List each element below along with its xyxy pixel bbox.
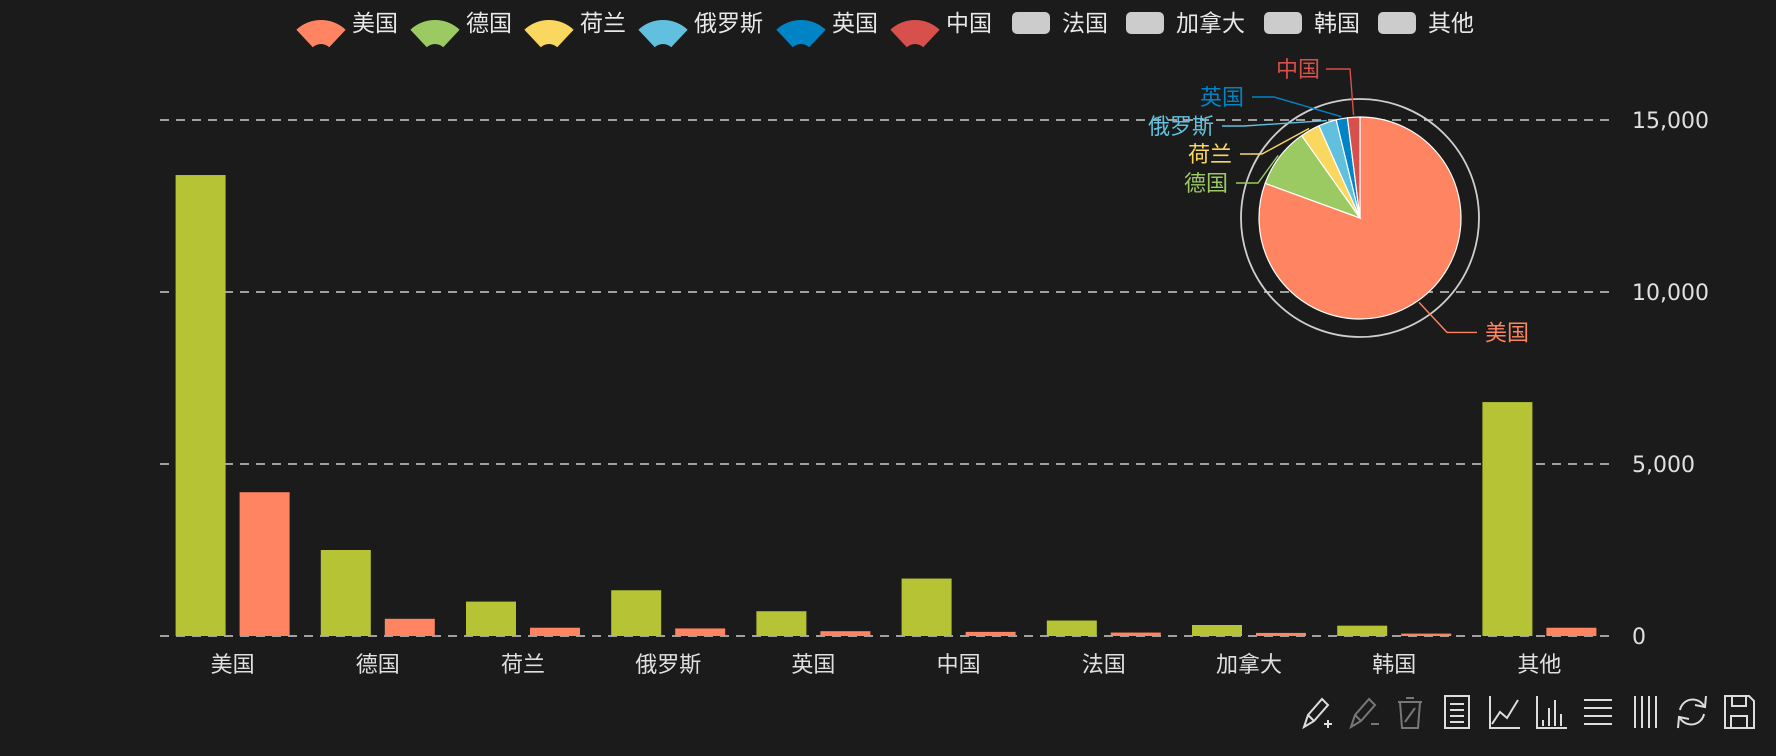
bar-韩国-1[interactable]	[1337, 625, 1388, 636]
legend-swatch	[524, 20, 574, 48]
legend-item-法国[interactable]: 法国	[1012, 11, 1108, 37]
legend-label: 韩国	[1314, 11, 1360, 37]
bar-加拿大-1[interactable]	[1192, 624, 1242, 636]
pie-leader-line	[1222, 119, 1327, 127]
bar-英国-1[interactable]	[756, 611, 807, 636]
bar-中国-1[interactable]	[901, 578, 952, 636]
mark-undo-icon[interactable]	[1349, 697, 1379, 730]
x-tick-label: 俄罗斯	[635, 653, 701, 678]
bar-俄罗斯-2[interactable]	[675, 628, 726, 636]
x-tick-label: 法国	[1082, 653, 1126, 678]
bar-其他-1[interactable]	[1482, 402, 1533, 636]
legend-label: 德国	[466, 11, 512, 37]
bar-法国-2[interactable]	[1110, 632, 1161, 636]
legend-label: 其他	[1428, 11, 1474, 37]
pie-label-德国: 德国	[1184, 172, 1228, 197]
x-tick-label: 荷兰	[501, 653, 545, 678]
mark-clear-icon[interactable]	[1398, 697, 1422, 729]
pie-label-俄罗斯: 俄罗斯	[1148, 115, 1214, 140]
x-tick-label: 加拿大	[1216, 652, 1282, 678]
legend-item-英国[interactable]: 英国	[776, 11, 878, 48]
legend-swatch	[776, 20, 826, 48]
legend-label: 英国	[832, 11, 878, 37]
mark-icon[interactable]	[1302, 697, 1332, 730]
legend-swatch	[1378, 12, 1416, 34]
chart-canvas: 美国 德国 荷兰 俄罗斯 英国 中国 法国 加拿大 韩国 其他 05,00010,00015,00…	[160, 10, 1755, 730]
legend-label: 法国	[1062, 11, 1108, 37]
y-tick-label: 5,000	[1632, 453, 1695, 478]
legend-item-中国[interactable]: 中国	[890, 11, 992, 48]
bar-韩国-2[interactable]	[1401, 633, 1452, 636]
pie-chart: 美国 德国 荷兰 俄罗斯 英国 中国	[1148, 58, 1529, 346]
y-tick-label: 0	[1632, 625, 1646, 650]
legend-item-德国[interactable]: 德国	[410, 11, 512, 48]
save-image-icon[interactable]	[1724, 695, 1755, 729]
y-tick-label: 10,000	[1632, 281, 1709, 306]
bar-其他-2[interactable]	[1546, 627, 1597, 636]
legend-item-韩国[interactable]: 韩国	[1264, 11, 1360, 37]
bar-美国-2[interactable]	[239, 492, 290, 636]
data-view-icon[interactable]	[1444, 695, 1470, 729]
bar-德国-2[interactable]	[384, 618, 435, 636]
legend-label: 荷兰	[580, 11, 626, 37]
legend-swatch	[1264, 12, 1302, 34]
toolbox	[1302, 695, 1755, 730]
pie-leader-line	[1252, 96, 1342, 118]
legend-item-荷兰[interactable]: 荷兰	[524, 11, 626, 48]
legend: 美国 德国 荷兰 俄罗斯 英国 中国 法国 加拿大 韩国 其他	[296, 10, 1474, 48]
bar-法国-1[interactable]	[1046, 620, 1097, 636]
legend-label: 美国	[352, 11, 398, 37]
x-tick-label: 其他	[1517, 653, 1561, 678]
legend-label: 中国	[946, 11, 992, 37]
legend-swatch	[890, 20, 940, 48]
line-chart-icon[interactable]	[1489, 696, 1520, 729]
chart-stage: 美国 德国 荷兰 俄罗斯 英国 中国 法国 加拿大 韩国 其他 0 5,000 10,000 15,00…	[0, 0, 1776, 756]
legend-swatch	[1126, 12, 1164, 34]
pie-label-英国: 英国	[1200, 86, 1244, 111]
stack-icon[interactable]	[1584, 699, 1612, 725]
bar-荷兰-1[interactable]	[466, 601, 516, 636]
legend-swatch	[1012, 12, 1050, 34]
bar-美国-1[interactable]	[175, 175, 226, 637]
x-axis: 美国 德国 荷兰 俄罗斯 英国 中国 法国 加拿大 韩国 其他	[211, 652, 1562, 678]
legend-swatch	[296, 19, 346, 48]
legend-label: 俄罗斯	[694, 11, 763, 37]
legend-swatch	[410, 19, 460, 48]
bar-英国-2[interactable]	[820, 631, 871, 636]
x-tick-label: 韩国	[1372, 653, 1416, 678]
bar-chart-icon[interactable]	[1536, 696, 1567, 729]
tiled-icon[interactable]	[1634, 696, 1657, 728]
pie-label-中国: 中国	[1276, 58, 1320, 83]
legend-item-俄罗斯[interactable]: 俄罗斯	[638, 11, 763, 48]
legend-label: 加拿大	[1176, 10, 1245, 37]
pie-leader-line	[1326, 68, 1355, 116]
pie-leader-line	[1418, 301, 1478, 334]
legend-item-其他[interactable]: 其他	[1378, 11, 1474, 37]
y-axis: 0 5,000 10,000 15,000	[1632, 109, 1709, 650]
bar-加拿大-2[interactable]	[1256, 632, 1306, 636]
bar-荷兰-2[interactable]	[530, 627, 580, 636]
x-tick-label: 英国	[791, 653, 835, 678]
pie-label-美国: 美国	[1485, 321, 1529, 346]
x-tick-label: 德国	[356, 653, 400, 678]
restore-icon[interactable]	[1677, 695, 1707, 729]
pie-label-荷兰: 荷兰	[1188, 143, 1232, 168]
bar-俄罗斯-1[interactable]	[611, 590, 662, 636]
legend-item-美国[interactable]: 美国	[296, 11, 398, 48]
y-tick-label: 15,000	[1632, 109, 1709, 134]
x-tick-label: 中国	[937, 653, 981, 678]
bar-德国-1[interactable]	[320, 550, 371, 636]
x-tick-label: 美国	[211, 653, 255, 678]
bar-中国-2[interactable]	[965, 631, 1016, 636]
legend-item-加拿大[interactable]: 加拿大	[1126, 10, 1245, 37]
legend-swatch	[638, 20, 688, 48]
